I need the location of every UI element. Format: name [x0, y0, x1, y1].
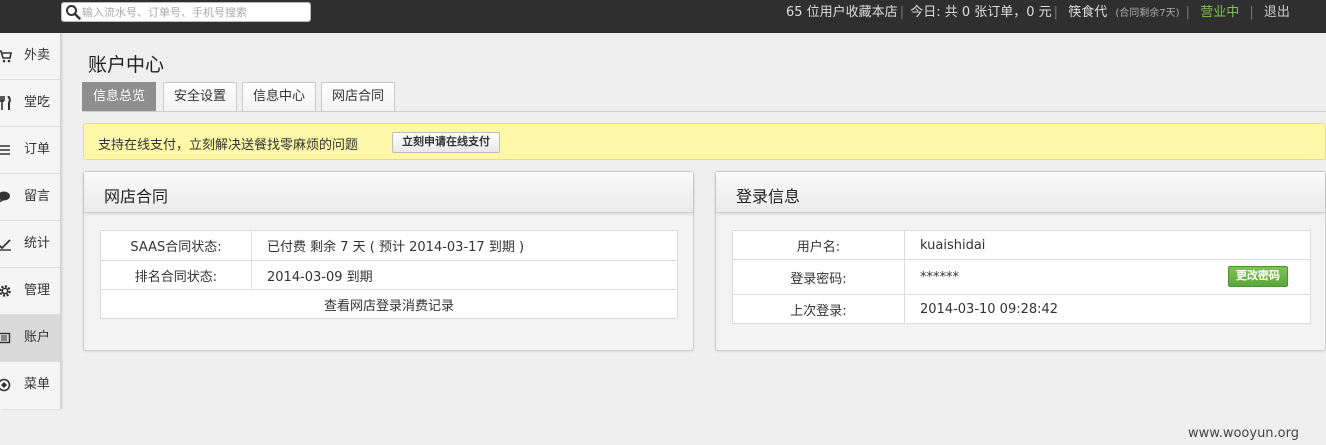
contract-remaining: (合同剩余7天) — [1115, 8, 1180, 19]
login-panel-title: 登录信息 — [736, 187, 801, 206]
sidebar-item-label: 统计 — [24, 236, 51, 251]
username-label: 用户名: — [732, 230, 905, 260]
logout-link[interactable]: 退出 — [1260, 5, 1290, 20]
contract-panel-header: 网店合同 — [84, 172, 693, 213]
sidebar-item-menu[interactable]: 菜单 — [0, 362, 60, 409]
sidebar-item-label: 堂吃 — [24, 95, 51, 110]
sidebar-item-label: 订单 — [24, 142, 51, 157]
ranking-contract-value: 2014-03-09 到期 — [251, 260, 678, 290]
sidebar-item-takeout[interactable]: 外卖 — [0, 33, 60, 80]
sidebar-item-account[interactable]: 账户 — [0, 315, 60, 362]
table-row: 登录密码: ****** 更改密码 — [732, 259, 1311, 295]
password-cell: ****** 更改密码 — [904, 259, 1311, 295]
fork-knife-icon — [0, 96, 11, 110]
card-icon — [0, 332, 11, 344]
sidebar-item-label: 账户 — [24, 330, 51, 345]
sidebar-item-messages[interactable]: 留言 — [0, 174, 60, 221]
password-label: 登录密码: — [732, 259, 905, 295]
login-table: 用户名: kuaishidai 登录密码: ****** 更改密码 上次登录: … — [732, 230, 1311, 324]
tab-overview[interactable]: 信息总览 — [82, 82, 157, 112]
shop-name[interactable]: 筷食代 — [1064, 5, 1111, 20]
sidebar-item-statistics[interactable]: 统计 — [0, 221, 60, 268]
last-login-label: 上次登录: — [732, 294, 905, 324]
watermark: www.wooyun.org — [1188, 426, 1300, 441]
change-password-button[interactable]: 更改密码 — [1228, 266, 1288, 287]
contract-panel: 网店合同 SAAS合同状态: 已付费 剩余 7 天 ( 预计 2014-03-1… — [83, 171, 694, 351]
sidebar-item-orders[interactable]: 订单 — [0, 127, 60, 174]
sidebar-item-label: 留言 — [24, 189, 51, 204]
apply-online-payment-button[interactable]: 立刻申请在线支付 — [392, 132, 500, 153]
gear-icon — [0, 285, 11, 297]
last-login-value: 2014-03-10 09:28:42 — [904, 294, 1311, 324]
search-icon — [66, 5, 81, 20]
today-summary: 今日: 共 0 张订单，0 元 — [910, 5, 1052, 20]
username-value: kuaishidai — [904, 230, 1311, 260]
sidebar-item-dine-in[interactable]: 堂吃 — [0, 80, 60, 127]
search-input[interactable] — [82, 4, 308, 20]
sidebar-item-manage[interactable]: 管理 — [0, 268, 60, 315]
sidebar-item-label: 外卖 — [24, 48, 51, 63]
saas-contract-label: SAAS合同状态: — [100, 230, 252, 261]
notice-text: 支持在线支付，立刻解决送餐找零麻烦的问题 — [98, 138, 359, 153]
dish-icon — [0, 378, 11, 392]
list-icon — [0, 145, 10, 155]
tab-security[interactable]: 安全设置 — [163, 82, 238, 112]
sidebar-item-label: 菜单 — [24, 377, 51, 392]
contract-table: SAAS合同状态: 已付费 剩余 7 天 ( 预计 2014-03-17 到期 … — [100, 230, 678, 319]
page-title: 账户中心 — [88, 54, 165, 76]
top-status: 65 位用户收藏本店 | 今日: 共 0 张订单，0 元 | 筷食代 (合同剩余7天… — [786, 5, 1290, 20]
tab-divider — [82, 111, 1326, 112]
speech-bubble-icon — [0, 191, 10, 203]
chart-icon — [0, 239, 11, 251]
saas-contract-value: 已付费 剩余 7 天 ( 预计 2014-03-17 到期 ) — [251, 230, 678, 261]
business-status[interactable]: 营业中 — [1196, 5, 1243, 20]
password-value: ****** — [920, 269, 959, 285]
table-row: 用户名: kuaishidai — [732, 230, 1311, 260]
login-info-panel: 登录信息 用户名: kuaishidai 登录密码: ****** 更改密码 上… — [715, 171, 1326, 351]
online-payment-notice: 支持在线支付，立刻解决送餐找零麻烦的问题 立刻申请在线支付 — [83, 123, 1326, 160]
tab-contract[interactable]: 网店合同 — [321, 82, 396, 112]
login-panel-header: 登录信息 — [716, 172, 1325, 213]
consumption-log-link[interactable]: 查看网店登录消费记录 — [100, 289, 678, 319]
table-row: 排名合同状态: 2014-03-09 到期 — [100, 260, 678, 290]
favorites-count: 65 位用户收藏本店 — [786, 5, 898, 20]
table-row: SAAS合同状态: 已付费 剩余 7 天 ( 预计 2014-03-17 到期 … — [100, 230, 678, 261]
table-row: 查看网店登录消费记录 — [100, 289, 678, 319]
ranking-contract-label: 排名合同状态: — [100, 260, 252, 290]
top-bar: 65 位用户收藏本店| 今日: 共 0 张订单，0 元| 筷食代 (合同剩余7天… — [0, 0, 1326, 33]
sidebar: 外卖 堂吃 订单 留言 统计 管理 账户 菜单 — [0, 33, 61, 409]
table-row: 上次登录: 2014-03-10 09:28:42 — [732, 294, 1311, 324]
tab-info-center[interactable]: 信息中心 — [242, 82, 317, 112]
cart-icon — [0, 50, 12, 63]
search-box[interactable] — [61, 2, 311, 22]
sidebar-item-label: 管理 — [24, 283, 51, 298]
contract-panel-title: 网店合同 — [104, 187, 169, 206]
